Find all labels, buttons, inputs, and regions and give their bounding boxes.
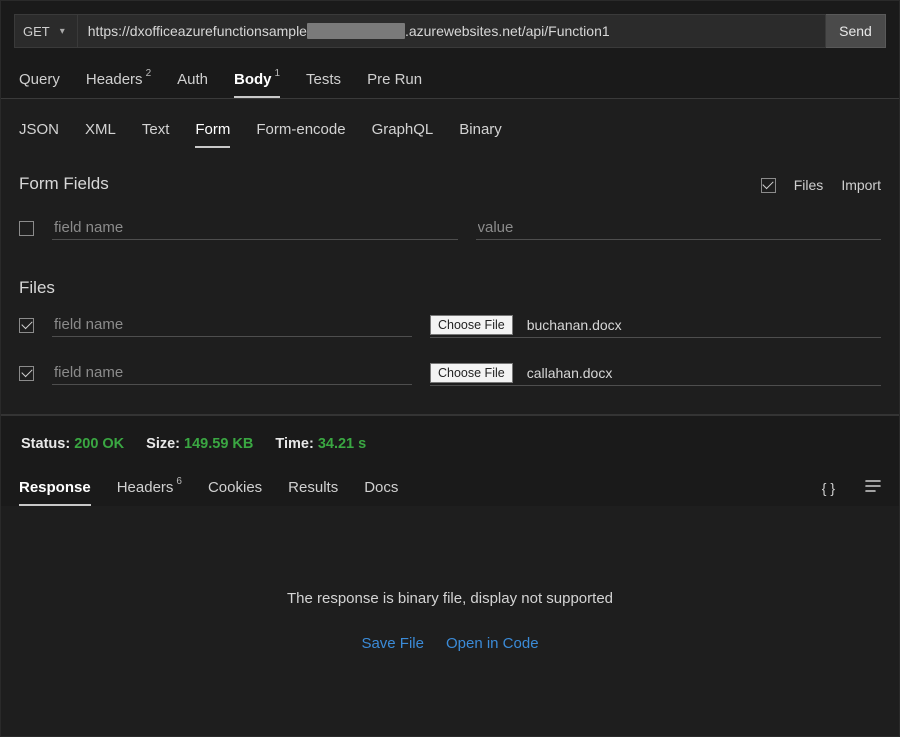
save-file-link[interactable]: Save File	[361, 635, 424, 652]
body-sub-tab-xml[interactable]: XML	[85, 117, 116, 148]
time-label: Time:	[275, 436, 313, 452]
file-value-cell: Choose File callahan.docx	[430, 360, 881, 386]
response-tabs: Response Headers6 Cookies Results Docs { }	[1, 468, 899, 506]
file-row: Choose File callahan.docx	[19, 360, 881, 386]
main-tab-query[interactable]: Query	[19, 63, 60, 98]
url-text-post: .azurewebsites.net/api/Function1	[405, 23, 610, 39]
form-field-name-input[interactable]	[52, 216, 458, 240]
tab-badge: 1	[274, 68, 280, 79]
files-title: Files	[19, 278, 881, 298]
files-section: Files Choose Filebuchanan.docxChoose Fil…	[1, 266, 899, 414]
file-row-checkbox[interactable]	[19, 366, 34, 381]
import-button[interactable]: Import	[841, 177, 881, 193]
form-fields-title: Form Fields	[19, 174, 109, 194]
time-block: Time: 34.21 s	[275, 436, 366, 452]
body-sub-tab-binary[interactable]: Binary	[459, 117, 502, 148]
chevron-down-icon: ▾	[60, 26, 65, 37]
tab-badge: 2	[146, 68, 152, 79]
status-value: 200 OK	[74, 436, 124, 452]
file-field-name-input[interactable]	[52, 313, 412, 337]
format-json-icon[interactable]: { }	[820, 474, 837, 506]
main-tab-tests[interactable]: Tests	[306, 63, 341, 98]
response-tab-results[interactable]: Results	[288, 471, 338, 506]
form-fields-header: Form Fields Files Import	[19, 166, 881, 204]
body-sub-tabs: JSON XML Text Form Form-encode GraphQL Binary	[1, 99, 899, 148]
body-sub-tab-graphql[interactable]: GraphQL	[372, 117, 434, 148]
file-field-name-input[interactable]	[52, 361, 412, 385]
status-block: Status: 200 OK	[21, 436, 124, 452]
chosen-filename: callahan.docx	[527, 365, 613, 381]
app-root: GET ▾ https://dxofficeazurefunctionsampl…	[0, 0, 900, 737]
time-value: 34.21 s	[318, 436, 366, 452]
response-message: The response is binary file, display not…	[287, 590, 613, 607]
choose-file-button[interactable]: Choose File	[430, 363, 513, 383]
open-in-code-link[interactable]: Open in Code	[446, 635, 539, 652]
response-tab-response[interactable]: Response	[19, 471, 91, 506]
body-sub-tab-json[interactable]: JSON	[19, 117, 59, 148]
form-fields-section: Form Fields Files Import	[1, 148, 899, 266]
size-value: 149.59 KB	[184, 436, 253, 452]
file-value-cell: Choose File buchanan.docx	[430, 312, 881, 338]
form-fields-header-right: Files Import	[761, 177, 881, 193]
form-field-value-input[interactable]	[476, 216, 882, 240]
main-tab-pre-run[interactable]: Pre Run	[367, 63, 422, 98]
body-sub-tab-text[interactable]: Text	[142, 117, 170, 148]
request-bar: GET ▾ https://dxofficeazurefunctionsampl…	[1, 1, 899, 54]
url-text-pre: https://dxofficeazurefunctionsample	[88, 23, 307, 39]
tab-badge: 6	[176, 476, 182, 487]
response-tab-docs[interactable]: Docs	[364, 471, 398, 506]
main-tab-body[interactable]: Body1	[234, 62, 280, 98]
size-block: Size: 149.59 KB	[146, 436, 253, 452]
response-links: Save File Open in Code	[361, 635, 538, 652]
response-tab-cookies[interactable]: Cookies	[208, 471, 262, 506]
response-tab-headers[interactable]: Headers6	[117, 470, 182, 506]
file-row-checkbox[interactable]	[19, 318, 34, 333]
send-button[interactable]: Send	[826, 14, 886, 48]
chosen-filename: buchanan.docx	[527, 317, 622, 333]
form-field-row-checkbox[interactable]	[19, 221, 34, 236]
form-field-row	[19, 216, 881, 240]
main-tabs: Query Headers2 Auth Body1 Tests Pre Run	[1, 54, 899, 98]
http-method-select[interactable]: GET ▾	[14, 14, 77, 48]
main-tab-auth[interactable]: Auth	[177, 63, 208, 98]
file-row: Choose File buchanan.docx	[19, 312, 881, 338]
status-bar: Status: 200 OK Size: 149.59 KB Time: 34.…	[1, 414, 899, 468]
body-sub-tab-form-encode[interactable]: Form-encode	[256, 117, 345, 148]
files-toggle-checkbox[interactable]	[761, 178, 776, 193]
size-label: Size:	[146, 436, 180, 452]
http-method-label: GET	[23, 24, 50, 39]
response-body: The response is binary file, display not…	[1, 506, 899, 736]
choose-file-button[interactable]: Choose File	[430, 315, 513, 335]
url-input[interactable]: https://dxofficeazurefunctionsample .azu…	[77, 14, 826, 48]
url-redacted-segment	[307, 23, 405, 39]
status-label: Status:	[21, 436, 70, 452]
wrap-lines-icon[interactable]	[863, 473, 883, 506]
body-sub-tab-form[interactable]: Form	[195, 117, 230, 148]
main-tab-headers[interactable]: Headers2	[86, 62, 151, 98]
files-toggle-label: Files	[794, 177, 824, 193]
